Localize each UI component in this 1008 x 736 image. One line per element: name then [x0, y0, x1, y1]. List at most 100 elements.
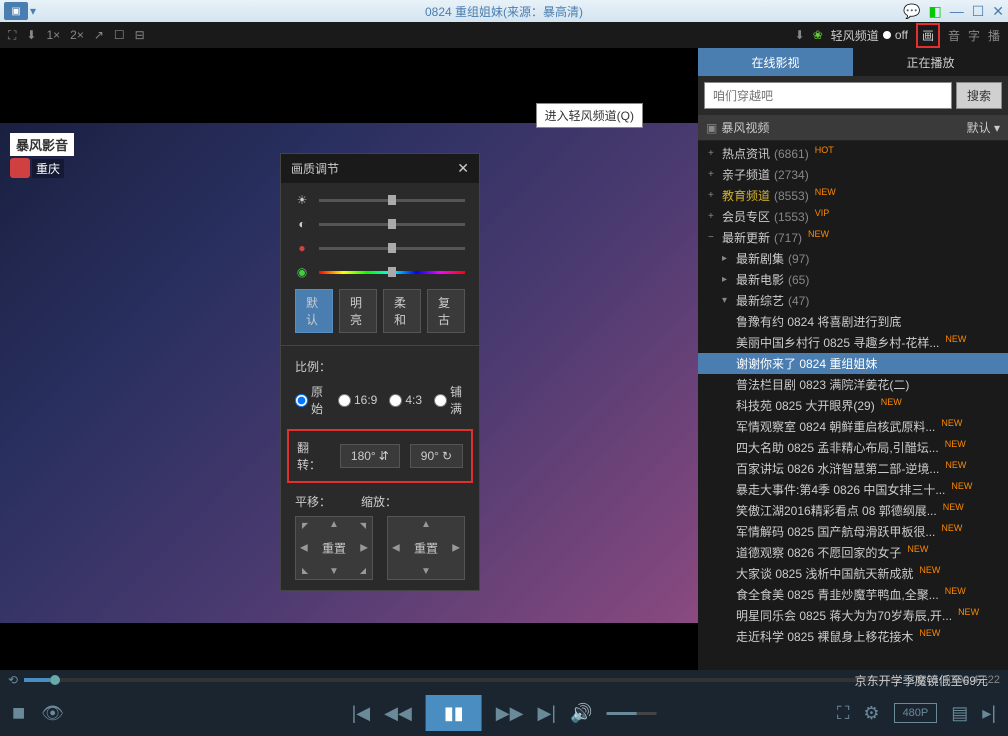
zoom-right-button[interactable]: ▶	[452, 543, 460, 554]
color-icon[interactable]: ◧	[928, 3, 941, 20]
toggle-icon[interactable]: +	[708, 190, 718, 201]
tree-item[interactable]: 军情解码 0825 国产航母滑跃甲板很...NEW	[698, 521, 1008, 542]
tree-item[interactable]: 走近科学 0825 裸鼠身上移花接木NEW	[698, 626, 1008, 647]
tree-item[interactable]: +会员专区(1553)VIP	[698, 206, 1008, 227]
logo-dropdown-icon[interactable]: ▾	[30, 4, 36, 18]
video-area[interactable]: 进入轻风频道(Q) 暴风影音 重庆 画质调节 ✕ ☀ ◐ ● ◉ 默认 明亮 柔…	[0, 48, 698, 670]
panel-close-icon[interactable]: ✕	[457, 160, 469, 177]
tree-item[interactable]: 道德观察 0826 不愿回家的女子NEW	[698, 542, 1008, 563]
preset-soft-button[interactable]: 柔和	[383, 289, 421, 333]
rotate-90-button[interactable]: 90°↻	[410, 444, 463, 468]
speed-2x-icon[interactable]: 2×	[70, 28, 84, 43]
tree-item[interactable]: 鲁豫有约 0824 将喜剧进行到底	[698, 311, 1008, 332]
zoom-down-button[interactable]: ▼	[421, 566, 431, 577]
preset-bright-button[interactable]: 明亮	[339, 289, 377, 333]
preset-retro-button[interactable]: 复古	[427, 289, 465, 333]
picture-button[interactable]: 画	[916, 23, 940, 48]
toggle-icon[interactable]: +	[708, 211, 718, 222]
brightness-slider[interactable]	[319, 199, 465, 202]
pan-left-button[interactable]: ◀	[300, 543, 308, 554]
tree-item[interactable]: 暴走大事件:第4季 0826 中国女排三十...NEW	[698, 479, 1008, 500]
tree-item[interactable]: 笑傲江湖2016精彩看点 08 郭德纲展...NEW	[698, 500, 1008, 521]
zoom-up-button[interactable]: ▲	[421, 519, 431, 530]
expand-icon[interactable]: ⛶	[837, 703, 850, 724]
leaf-icon[interactable]: ❀	[813, 28, 823, 42]
rewind-button[interactable]: ◀◀	[384, 703, 412, 724]
tree-item[interactable]: −最新更新(717)NEW	[698, 227, 1008, 248]
tree-item[interactable]: ▸最新电影(65)	[698, 269, 1008, 290]
chat-icon[interactable]: 💬	[903, 3, 920, 20]
subtitle-button[interactable]: 字	[968, 27, 980, 44]
tree-item[interactable]: 谢谢你来了 0824 重组姐妹	[698, 353, 1008, 374]
pan-up-button[interactable]: ▲	[329, 519, 339, 530]
ratio-original-radio[interactable]: 原始	[295, 383, 326, 417]
quality-button[interactable]: 480P	[894, 703, 938, 723]
saturation-slider[interactable]	[319, 247, 465, 250]
prev-track-button[interactable]: |◀	[352, 703, 371, 724]
ratio-169-radio[interactable]: 16:9	[338, 393, 377, 407]
pan-down-button[interactable]: ▼	[329, 566, 339, 577]
pan-ul-button[interactable]: ◤	[302, 521, 308, 530]
stop-button[interactable]: ■	[12, 700, 25, 726]
audio-button[interactable]: 音	[948, 27, 960, 44]
tree-item[interactable]: +热点资讯(6861)HOT	[698, 143, 1008, 164]
zoom-reset-button[interactable]: 重置	[414, 540, 438, 557]
pin-icon[interactable]: ⬇	[26, 28, 36, 43]
pan-ur-button[interactable]: ◥	[360, 521, 366, 530]
search-input[interactable]	[704, 82, 952, 109]
toggle-icon[interactable]: +	[708, 148, 718, 159]
tab-online[interactable]: 在线影视	[698, 48, 853, 76]
app-logo[interactable]: ▣	[4, 2, 28, 20]
volume-icon[interactable]: 🔊	[570, 703, 592, 724]
tree-item[interactable]: 明星同乐会 0825 蒋大为为70岁寿辰,开...NEW	[698, 605, 1008, 626]
next-track-button[interactable]: ▶|	[537, 703, 556, 724]
forward-button[interactable]: ▶▶	[496, 703, 524, 724]
speed-1x-icon[interactable]: 1×	[46, 28, 60, 43]
download-icon[interactable]: ⬇	[795, 28, 805, 42]
preset-default-button[interactable]: 默认	[295, 289, 333, 333]
tree-item[interactable]: 科技苑 0825 大开眼界(29)NEW	[698, 395, 1008, 416]
pan-dl-button[interactable]: ◣	[302, 566, 308, 575]
toggle-icon[interactable]: ▸	[722, 274, 732, 285]
hue-slider[interactable]	[319, 271, 465, 274]
fullscreen-icon[interactable]: ⛶	[8, 28, 16, 43]
ratio-43-radio[interactable]: 4:3	[389, 393, 422, 407]
collapse-icon[interactable]: ▸|	[982, 703, 996, 724]
arrow-icon[interactable]: ↗	[94, 28, 104, 43]
toggle-icon[interactable]: −	[708, 232, 718, 243]
tree-item[interactable]: 百家讲坛 0826 水浒智慧第二部-逆境...NEW	[698, 458, 1008, 479]
playlist-icon[interactable]: ▤	[951, 703, 968, 724]
search-button[interactable]: 搜索	[956, 82, 1002, 109]
box-icon[interactable]: ☐	[114, 28, 125, 43]
tree-item[interactable]: 四大名助 0825 孟非精心布局,引醋坛...NEW	[698, 437, 1008, 458]
tree-item[interactable]: 普法栏目剧 0823 满院洋姜花(二)	[698, 374, 1008, 395]
maximize-icon[interactable]: ☐	[972, 3, 985, 20]
toggle-icon[interactable]: ▸	[722, 253, 732, 264]
db-icon[interactable]: ⊟	[135, 28, 145, 43]
tab-playing[interactable]: 正在播放	[853, 48, 1008, 76]
minimize-icon[interactable]: —	[950, 3, 964, 19]
source-dropdown[interactable]: 默认 ▾	[967, 119, 1000, 136]
rotate-180-button[interactable]: 180°⇵	[340, 444, 400, 468]
tree-item[interactable]: 食全食美 0825 青韭炒魔芋鸭血,全聚...NEW	[698, 584, 1008, 605]
tree-item[interactable]: 军情观察室 0824 朝鲜重启核武原料...NEW	[698, 416, 1008, 437]
tree-item[interactable]: +教育频道(8553)NEW	[698, 185, 1008, 206]
ratio-fill-radio[interactable]: 铺满	[434, 383, 465, 417]
tree-item[interactable]: ▾最新综艺(47)	[698, 290, 1008, 311]
play-button[interactable]: 播	[988, 27, 1000, 44]
tree-item[interactable]: +亲子频道(2734)	[698, 164, 1008, 185]
toggle-icon[interactable]: +	[708, 169, 718, 180]
close-icon[interactable]: ✕	[992, 3, 1004, 20]
pan-reset-button[interactable]: 重置	[322, 540, 346, 557]
channel-label[interactable]: 轻风频道 off	[831, 27, 908, 44]
settings-icon[interactable]: ⚙	[863, 703, 879, 724]
source-expand-icon[interactable]: ▣	[706, 121, 717, 135]
tree-item[interactable]: ▸最新剧集(97)	[698, 248, 1008, 269]
volume-slider[interactable]	[606, 712, 656, 715]
eye-icon[interactable]: 👁	[41, 703, 64, 724]
pause-button[interactable]: ▮▮	[426, 695, 482, 731]
toggle-icon[interactable]: ▾	[722, 295, 732, 306]
tree-item[interactable]: 大家谈 0825 浅析中国航天新成就NEW	[698, 563, 1008, 584]
zoom-left-button[interactable]: ◀	[392, 543, 400, 554]
pan-right-button[interactable]: ▶	[360, 543, 368, 554]
